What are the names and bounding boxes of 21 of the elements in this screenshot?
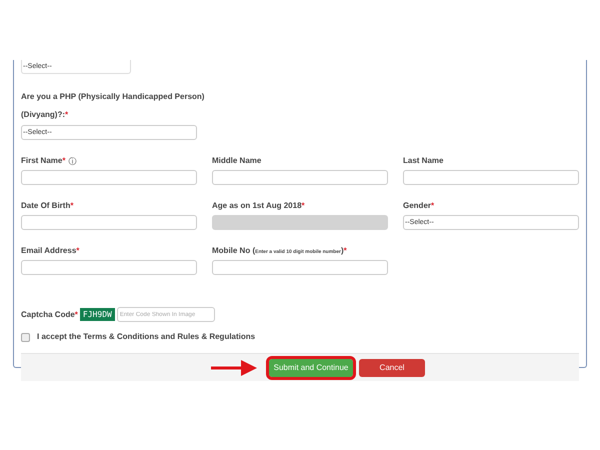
checkbox[interactable] bbox=[21, 332, 30, 342]
input-field[interactable] bbox=[21, 215, 197, 230]
field-label: Middle Name bbox=[212, 155, 262, 167]
field-label: Gender* bbox=[403, 200, 434, 212]
field-label: Date Of Birth* bbox=[21, 200, 74, 212]
field-label: Email Address* bbox=[21, 245, 80, 257]
field-label: Are you a PHP (Physically Handicapped Person) (Divyang)?:* bbox=[21, 92, 204, 119]
field-label: Last Name bbox=[403, 155, 444, 167]
field-label: Age as on 1st Aug 2018* bbox=[212, 200, 305, 212]
field-label: First Name* bbox=[21, 155, 66, 167]
input-field[interactable] bbox=[212, 260, 388, 275]
field-label: Captcha Code* bbox=[21, 308, 78, 320]
terms-label: I accept the Terms & Conditions and Rules & Regulations bbox=[37, 331, 256, 343]
input-field[interactable] bbox=[21, 260, 197, 275]
input-field[interactable] bbox=[21, 170, 197, 185]
info-icon[interactable]: ⓘ bbox=[68, 156, 76, 166]
input-field[interactable] bbox=[212, 170, 388, 185]
arrow-icon bbox=[211, 358, 257, 376]
captcha-image: FJH9DW bbox=[80, 308, 115, 321]
input-field[interactable] bbox=[403, 170, 579, 185]
cancel-button[interactable]: Cancel bbox=[359, 358, 425, 376]
